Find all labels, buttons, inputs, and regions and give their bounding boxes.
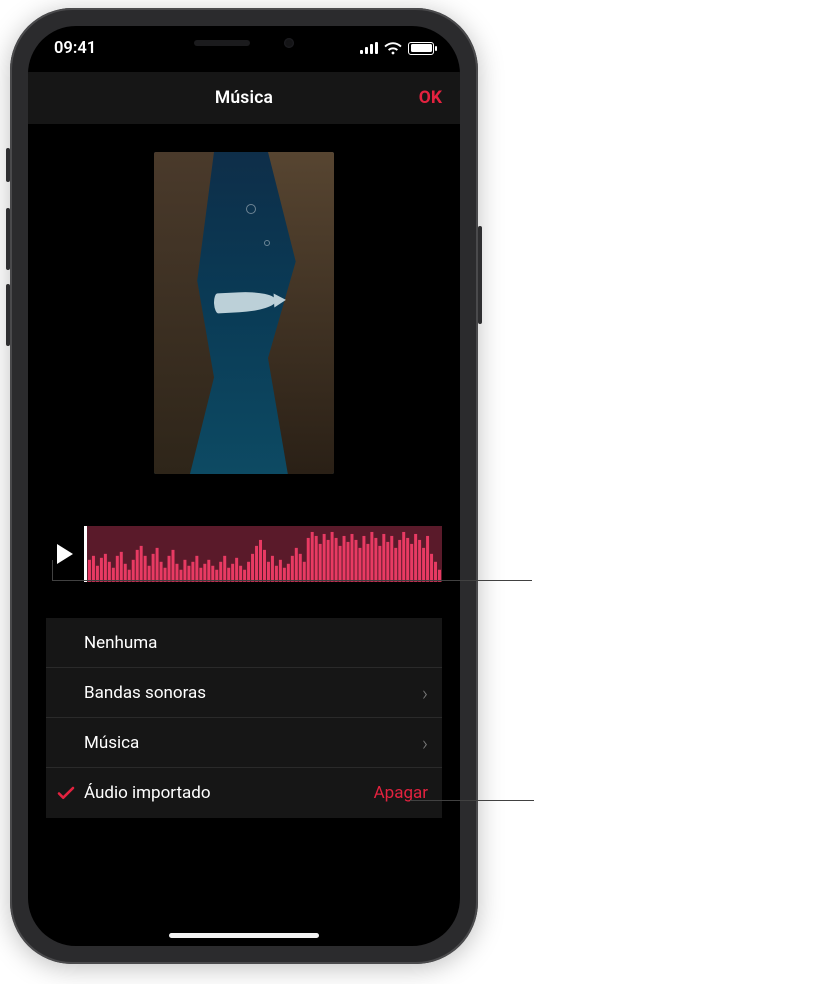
phone-screen: 09:41 Música OK bbox=[28, 26, 460, 946]
volume-up-button bbox=[6, 208, 10, 270]
page-title: Música bbox=[215, 88, 273, 108]
option-soundtracks[interactable]: Bandas sonoras › bbox=[46, 668, 442, 718]
notch bbox=[129, 26, 359, 60]
side-power-button bbox=[478, 226, 482, 324]
front-camera bbox=[284, 38, 294, 48]
wifi-icon bbox=[384, 42, 402, 55]
mute-switch bbox=[6, 148, 10, 182]
callout-line bbox=[410, 800, 534, 801]
cellular-signal-icon bbox=[360, 42, 378, 54]
option-music-label: Música bbox=[84, 733, 422, 753]
audio-timeline bbox=[46, 526, 442, 582]
option-none[interactable]: Nenhuma bbox=[46, 618, 442, 668]
chevron-right-icon: › bbox=[422, 681, 428, 705]
battery-icon bbox=[408, 42, 434, 55]
video-thumbnail[interactable] bbox=[154, 152, 334, 474]
volume-down-button bbox=[6, 284, 10, 346]
iphone-device-frame: 09:41 Música OK bbox=[10, 8, 478, 964]
option-soundtracks-label: Bandas sonoras bbox=[84, 683, 422, 703]
home-indicator[interactable] bbox=[169, 933, 319, 938]
video-preview-area bbox=[28, 124, 460, 502]
option-imported-audio[interactable]: Áudio importado Apagar bbox=[46, 768, 442, 818]
checkmark-icon bbox=[56, 783, 76, 803]
playhead-indicator[interactable] bbox=[84, 526, 87, 582]
option-music[interactable]: Música › bbox=[46, 718, 442, 768]
done-button[interactable]: OK bbox=[419, 72, 442, 124]
music-source-list: Nenhuma Bandas sonoras › Música › Áudio … bbox=[46, 618, 442, 818]
callout-line bbox=[52, 560, 53, 580]
status-time: 09:41 bbox=[54, 39, 96, 58]
option-imported-audio-label: Áudio importado bbox=[84, 783, 374, 803]
callout-line bbox=[52, 580, 532, 581]
title-bar: Música OK bbox=[28, 72, 460, 124]
earpiece bbox=[194, 40, 250, 46]
waveform-scrubber[interactable] bbox=[84, 526, 442, 582]
chevron-right-icon: › bbox=[422, 731, 428, 755]
play-icon bbox=[57, 544, 73, 564]
option-none-label: Nenhuma bbox=[84, 633, 428, 653]
